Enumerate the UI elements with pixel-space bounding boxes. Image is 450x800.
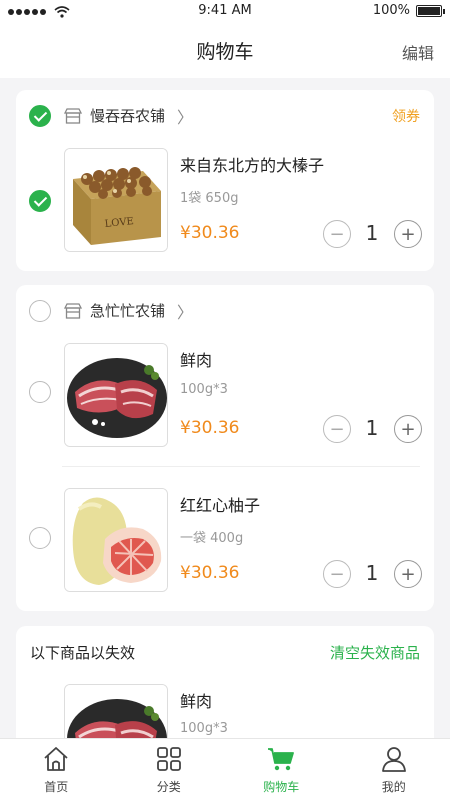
- tab-home[interactable]: 首页: [0, 739, 113, 800]
- product-name[interactable]: 来自东北方的大榛子: [180, 152, 324, 176]
- store-icon: [64, 108, 82, 124]
- product-name[interactable]: 鲜肉: [180, 347, 212, 371]
- product-price: ¥30.36: [180, 418, 240, 438]
- chevron-right-icon[interactable]: 〉: [177, 104, 193, 128]
- shop-name[interactable]: 急忙忙农铺: [90, 300, 165, 321]
- decrease-quantity-button[interactable]: −: [323, 415, 351, 443]
- product-spec: 100g*3: [180, 721, 228, 736]
- tab-label: 分类: [156, 780, 181, 794]
- item-select-checkbox[interactable]: [29, 381, 51, 403]
- quantity-value: 1: [365, 561, 379, 585]
- item-divider: [62, 466, 420, 467]
- grid-icon: [156, 747, 181, 771]
- shop-card-2: 急忙忙农铺 〉 鲜肉 100g*3 ¥30.36 − 1 + 红红心柚子 一袋 …: [16, 285, 434, 611]
- home-icon: [44, 747, 68, 771]
- shop-name[interactable]: 慢吞吞农铺: [90, 105, 165, 126]
- chevron-right-icon[interactable]: 〉: [177, 299, 193, 323]
- shop-select-checkbox[interactable]: [29, 300, 51, 322]
- quantity-value: 1: [365, 416, 379, 440]
- clear-invalid-button[interactable]: 清空失效商品: [330, 642, 420, 663]
- increase-quantity-button[interactable]: +: [394, 560, 422, 588]
- increase-quantity-button[interactable]: +: [394, 415, 422, 443]
- nav-bar: 购物车 编辑: [0, 22, 450, 78]
- battery-percent: 100%: [372, 3, 410, 18]
- product-spec: 1袋 650g: [180, 191, 239, 206]
- decrease-quantity-button[interactable]: −: [323, 560, 351, 588]
- item-select-checkbox[interactable]: [29, 190, 51, 212]
- product-spec: 一袋 400g: [180, 531, 244, 546]
- edit-button[interactable]: 编辑: [402, 40, 434, 64]
- tab-label: 我的: [381, 780, 406, 794]
- tab-category[interactable]: 分类: [113, 739, 226, 800]
- product-spec: 100g*3: [180, 382, 228, 397]
- shop-card-1: 慢吞吞农铺 〉 领券 LOVE 来自东北方的大榛子 1袋 650g ¥30.36…: [16, 90, 434, 271]
- tab-profile[interactable]: 我的: [338, 739, 450, 800]
- product-image-hazelnut[interactable]: LOVE: [64, 148, 168, 252]
- coupon-button[interactable]: 领券: [392, 106, 420, 126]
- battery-icon: [416, 4, 445, 17]
- quantity-value: 1: [365, 221, 379, 245]
- increase-quantity-button[interactable]: +: [394, 220, 422, 248]
- product-name[interactable]: 红红心柚子: [180, 492, 260, 516]
- user-icon: [381, 747, 406, 772]
- product-name[interactable]: 鲜肉: [180, 688, 212, 712]
- store-icon: [64, 303, 82, 319]
- tab-label: 购物车: [263, 780, 300, 794]
- product-price: ¥30.36: [180, 223, 240, 243]
- tab-bar: 首页 分类 购物车 我的: [0, 738, 450, 800]
- tab-cart[interactable]: 购物车: [225, 739, 338, 800]
- invalid-items-title: 以下商品以失效: [30, 644, 136, 662]
- page-title: 购物车: [196, 41, 254, 63]
- cart-icon: [268, 748, 295, 771]
- shop-select-checkbox[interactable]: [29, 105, 51, 127]
- product-image-pomelo[interactable]: [64, 488, 168, 592]
- tab-label: 首页: [44, 780, 69, 794]
- status-bar: 9:41 AM 100%: [0, 0, 450, 22]
- product-price: ¥30.36: [180, 563, 240, 583]
- decrease-quantity-button[interactable]: −: [323, 220, 351, 248]
- product-image-meat[interactable]: [64, 343, 168, 447]
- item-select-checkbox[interactable]: [29, 527, 51, 549]
